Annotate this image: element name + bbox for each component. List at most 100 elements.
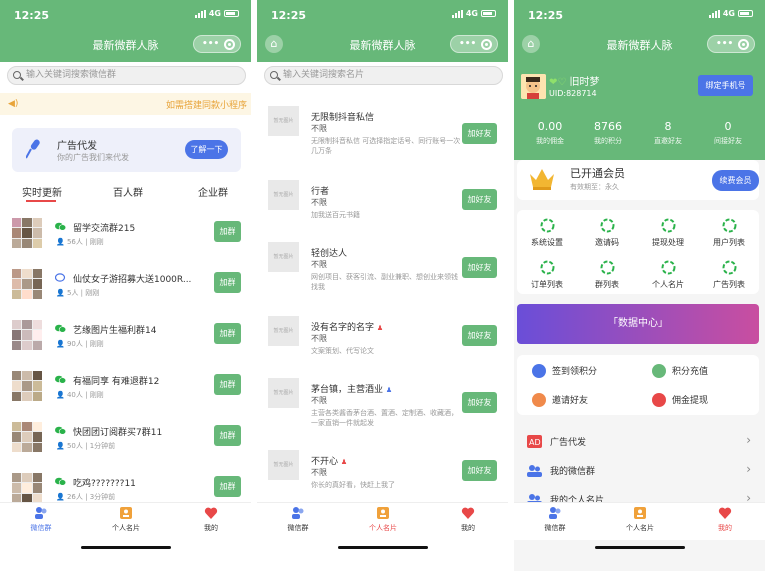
card-icon [634, 507, 646, 519]
wallet-icon [652, 392, 666, 407]
miniprogram-capsule[interactable]: ••• [193, 35, 241, 53]
recharge-points-button[interactable]: 积分充值 [652, 363, 708, 379]
card-title: 行者 [311, 187, 330, 197]
group-name: 快团团订阅群买7群11 [73, 428, 163, 438]
notice-text[interactable]: 如需搭建同款小程序 [166, 98, 247, 111]
menu-group-list[interactable]: 群列表 [577, 260, 637, 290]
invite-friends-button[interactable]: 邀请好友 [532, 392, 588, 408]
status-time: 12:25 [14, 9, 50, 22]
miniprogram-capsule[interactable]: ••• [707, 35, 755, 53]
group-row[interactable]: 艺缘图片生福利群14 👤 90人 | 刚刚 加群 [0, 320, 251, 371]
menu-order-list[interactable]: 订单列表 [517, 260, 577, 290]
group-row[interactable]: 快团团订阅群买7群11 👤 50人 | 1分钟前 加群 [0, 422, 251, 473]
calendar-icon [532, 363, 546, 378]
group-avatar [12, 371, 42, 401]
checkin-points-button[interactable]: 签到领积分 [532, 363, 597, 379]
status-bar: 12:25 4G [257, 8, 508, 24]
tab-wechat-groups[interactable]: 微信群 [11, 506, 71, 533]
add-friend-button[interactable]: 加好友 [462, 392, 497, 413]
add-friend-button[interactable]: 加好友 [462, 325, 497, 346]
tab-wechat-groups[interactable]: 微信群 [525, 506, 585, 533]
tab-wechat-groups[interactable]: 微信群 [268, 506, 328, 533]
group-avatar [12, 218, 42, 248]
tab-mine[interactable]: 我的 [695, 506, 755, 533]
tab-business-card[interactable]: 个人名片 [96, 506, 156, 533]
menu-system-settings[interactable]: 系统设置 [517, 218, 577, 248]
list-item-my-groups[interactable]: 我的微信群 › [517, 456, 759, 485]
tab-enterprise[interactable]: 企业群 [198, 184, 228, 199]
join-button[interactable]: 加群 [214, 272, 241, 293]
menu-user-list[interactable]: 用户列表 [699, 218, 759, 248]
bind-phone-button[interactable]: 绑定手机号 [698, 75, 753, 96]
settings-icon [540, 218, 554, 233]
join-button[interactable]: 加群 [214, 425, 241, 446]
add-friend-button[interactable]: 加好友 [462, 460, 497, 481]
more-dots-icon[interactable]: ••• [459, 39, 476, 49]
group-avatar [12, 473, 42, 503]
renew-member-button[interactable]: 续费会员 [712, 170, 759, 191]
add-friend-button[interactable]: 加好友 [462, 123, 497, 144]
stat-indirect-friends[interactable]: 0 间接好友 [698, 120, 758, 146]
card-row[interactable]: 暂无图片 行者 不限 加我送百元书籍 加好友 [257, 180, 508, 242]
tab-business-card[interactable]: 个人名片 [353, 506, 413, 533]
more-dots-icon[interactable]: ••• [202, 39, 219, 49]
group-name: 仙仗女子游招募大送1000R... [73, 275, 192, 285]
join-button[interactable]: 加群 [214, 374, 241, 395]
crown-icon [530, 169, 554, 190]
bottom-tabbar: 微信群 个人名片 我的 [514, 502, 765, 540]
close-target-icon[interactable] [224, 39, 235, 50]
ad-icon: AD [527, 435, 542, 448]
search-input[interactable]: 输入关键词搜索名片 [264, 66, 503, 85]
card-region: 不限 [311, 396, 327, 405]
more-dots-icon[interactable]: ••• [716, 39, 733, 49]
avatar[interactable] [521, 74, 546, 99]
tab-business-card[interactable]: 个人名片 [610, 506, 670, 533]
menu-invite-code[interactable]: 邀请码 [577, 218, 637, 248]
user-gender-icon: ♟ [385, 386, 393, 394]
notice-bar[interactable]: ◀) 如需搭建同款小程序 [0, 93, 251, 115]
menu-withdraw[interactable]: 提现处理 [638, 218, 698, 248]
join-button[interactable]: 加群 [214, 323, 241, 344]
status-time: 12:25 [528, 9, 564, 22]
list-item-ad[interactable]: AD 广告代发 › [517, 427, 759, 456]
group-row[interactable]: 留学交流群215 👤 56人 | 刚刚 加群 [0, 218, 251, 269]
withdraw-commission-button[interactable]: 佣金提现 [652, 392, 708, 408]
add-friend-button[interactable]: 加好友 [462, 189, 497, 210]
group-row[interactable]: 仙仗女子游招募大送1000R... 👤 5人 | 刚刚 加群 [0, 269, 251, 320]
stat-direct-friends[interactable]: 8 直邀好友 [638, 120, 698, 146]
close-target-icon[interactable] [481, 39, 492, 50]
join-button[interactable]: 加群 [214, 221, 241, 242]
tab-mine[interactable]: 我的 [438, 506, 498, 533]
settings-icon [661, 260, 675, 275]
settings-list: AD 广告代发 › 我的微信群 › 我的个人名片 › [517, 427, 759, 505]
close-target-icon[interactable] [738, 39, 749, 50]
menu-business-card[interactable]: 个人名片 [638, 260, 698, 290]
data-center-button[interactable]: 「数据中心」 [517, 304, 759, 344]
status-time: 12:25 [271, 9, 307, 22]
miniprogram-capsule[interactable]: ••• [450, 35, 498, 53]
card-row[interactable]: 暂无图片 没有名字的名字 ♟ 不限 文案策划、代写论文 加好友 [257, 316, 508, 378]
screen-group-list: 12:25 4G 最新微群人脉 ••• 输入关键词搜索微信群 ◀) 如需搭建同款… [0, 0, 251, 571]
tab-realtime[interactable]: 实时更新 [22, 184, 62, 199]
card-thumbnail: 暂无图片 [268, 106, 299, 136]
card-row[interactable]: 暂无图片 轻创达人 不限 网创项目、获客引流、副业兼职、想创业来领钱找我 加好友 [257, 242, 508, 304]
card-row[interactable]: 暂无图片 无限制抖音私信 不限 无限制抖音私信 可选择指定话号、同行账号一次几万… [257, 106, 508, 168]
tab-hundred[interactable]: 百人群 [113, 184, 143, 199]
add-friend-button[interactable]: 加好友 [462, 257, 497, 278]
card-row[interactable]: 暂无图片 茅台镇，主营酒业 ♟ 不限 主营各类酱香茅台酒、置酒、定制酒、收藏酒，… [257, 378, 508, 440]
join-button[interactable]: 加群 [214, 476, 241, 497]
menu-ad-list[interactable]: 广告列表 [699, 260, 759, 290]
stat-points[interactable]: 8766 我的积分 [578, 120, 638, 146]
member-title: 已开通会员 [570, 167, 625, 180]
ad-banner[interactable]: 广告代发 你的广告我们来代发 了解一下 [12, 128, 241, 172]
stat-commission[interactable]: 0.00 我的佣金 [520, 120, 580, 146]
group-meta: 👤 26人 | 3分钟前 [56, 493, 116, 501]
group-row[interactable]: 有福同享 有难退群12 👤 40人 | 刚刚 加群 [0, 371, 251, 422]
group-name: 有福同享 有难退群12 [73, 377, 160, 387]
settings-icon [600, 260, 614, 275]
tab-mine[interactable]: 我的 [181, 506, 241, 533]
learn-more-button[interactable]: 了解一下 [185, 140, 228, 159]
group-name: 留学交流群215 [73, 224, 136, 234]
search-input[interactable]: 输入关键词搜索微信群 [7, 66, 246, 85]
megaphone-icon [26, 139, 40, 159]
